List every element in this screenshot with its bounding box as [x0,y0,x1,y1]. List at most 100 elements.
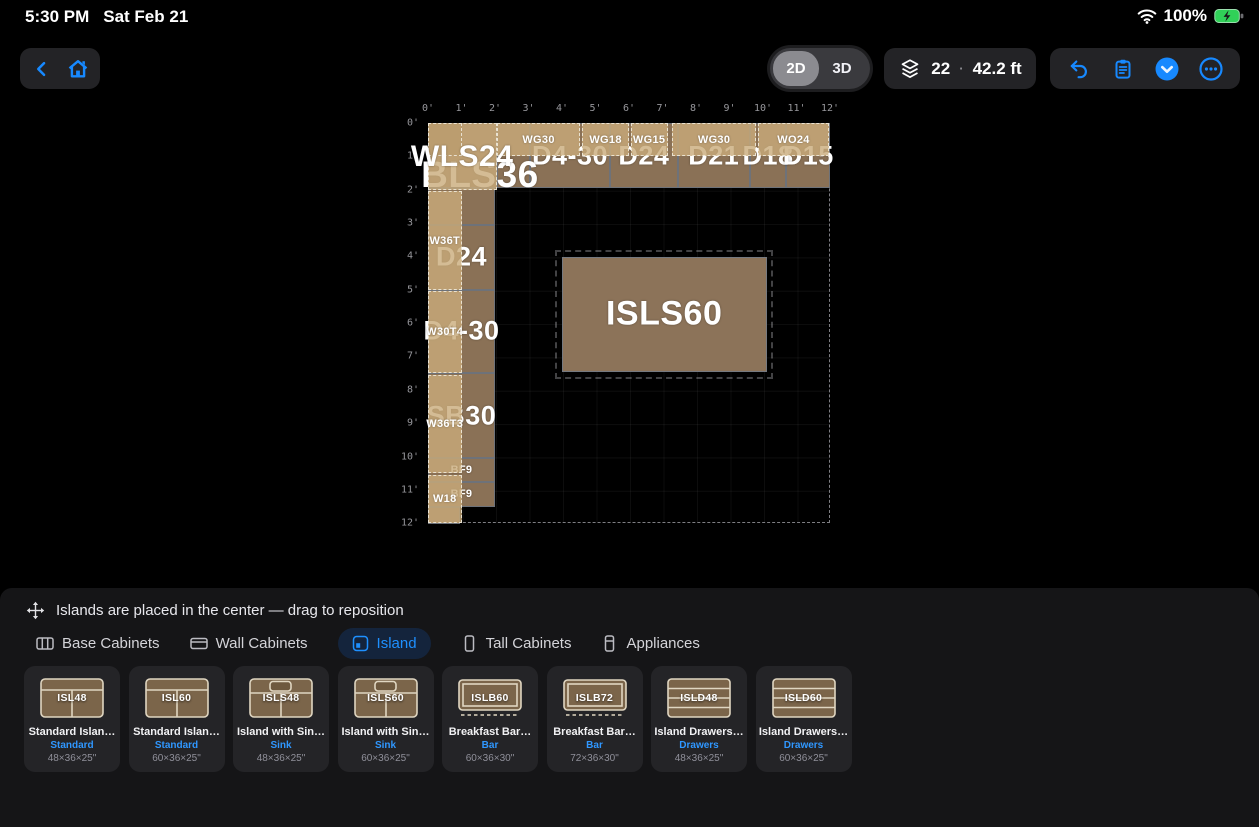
island-selection-outline[interactable] [555,250,773,379]
ruler-v-label: 5' [407,284,419,295]
appliances-icon [601,635,618,652]
catalog-card-isl60[interactable]: ISL60 Standard Islan… Standard 60×36×25" [129,666,225,772]
tab-wall-cabinets[interactable]: Wall Cabinets [190,635,308,652]
cabinet-dimensions: 60×36×25" [756,753,852,764]
item-count: 22 [931,59,950,79]
dot-separator: · [959,61,963,76]
ruler-v-label: 10' [401,451,419,462]
ruler-h-label: 0' [422,103,434,114]
clipboard-button[interactable] [1108,54,1138,84]
cabinet-code: ISLS60 [353,675,419,721]
tab-base-cabinets[interactable]: Base Cabinets [36,635,160,652]
battery-charging-icon [1214,8,1244,24]
view-3d-button[interactable]: 3D [819,51,865,86]
ruler-h-label: 10' [754,103,772,114]
floor-plan[interactable]: D4-30D24D21D18D15D24D4-30SB30BF9BF9BLS36… [428,123,830,523]
ruler-v-label: 11' [401,484,419,495]
cabinet-thumbnail: ISLD48 [666,675,732,721]
actions-pill [1050,48,1240,89]
ruler-h-label: 11' [787,103,805,114]
total-length: 42.2 ft [973,59,1022,79]
tall-cabinets-icon [461,635,478,652]
catalog-sheet: Islands are placed in the center — drag … [0,588,1259,827]
tab-tall-cabinets[interactable]: Tall Cabinets [461,635,572,652]
base-cabinets-icon [36,635,54,652]
catalog-card-isld48[interactable]: ISLD48Island Drawers…Drawers48×36×25" [651,666,747,772]
cabinet-thumbnail: ISL48 [39,675,105,721]
ruler-h-label: 1' [455,103,467,114]
cabinet-code: ISLD48 [666,675,732,721]
cabinet-name: Standard Islan… [24,726,120,738]
catalog-card-isls60[interactable]: ISLS60Island with Sin…Sink60×36×25" [338,666,434,772]
cabinet-dimensions: 60×36×25" [129,753,225,764]
ruler-h-label: 2' [489,103,501,114]
wall-cabinets-icon [190,635,208,652]
island-icon [352,635,369,652]
cabinet-name: Island Drawers… [756,726,852,738]
cabinet-name: Island Drawers… [651,726,747,738]
cabinet-name: Island with Sin… [338,726,434,738]
cabinet-name: Standard Islan… [129,726,225,738]
ruler-h-label: 3' [522,103,534,114]
cabinet-category: Standard [24,740,120,751]
cabinet-name: Island with Sin… [233,726,329,738]
confirm-dropdown-button[interactable] [1152,54,1182,84]
ruler-v-label: 0' [407,118,419,129]
ruler-v-label: 2' [407,184,419,195]
cabinet-dimensions: 48×36×25" [24,753,120,764]
cabinet-code: ISL60 [144,675,210,721]
catalog-card-isls48[interactable]: ISLS48Island with Sin…Sink48×36×25" [233,666,329,772]
ruler-v-label: 9' [407,418,419,429]
cabinet-code: ISLB72 [562,675,628,721]
catalog-card-isl48[interactable]: ISL48 Standard Islan… Standard 48×36×25" [24,666,120,772]
cabinet-category: Drawers [756,740,852,751]
ruler-h-label: 8' [690,103,702,114]
cabinet-dimensions: 72×36×30" [547,753,643,764]
ruler-v-label: 6' [407,318,419,329]
battery-percentage: 100% [1164,6,1207,26]
ruler-h-label: 7' [656,103,668,114]
cabinet-category: Standard [129,740,225,751]
clock: 5:30 PM [25,7,89,27]
ruler-h-label: 5' [589,103,601,114]
ruler-v-label: 12' [401,518,419,529]
category-tabs: Base Cabinets Wall Cabinets Island Tall Cab… [36,628,700,659]
layers-icon [898,57,922,81]
home-button[interactable] [63,54,93,84]
move-icon [26,601,45,620]
cabinet-code: ISLD60 [771,675,837,721]
cabinet-thumbnail: ISLD60 [771,675,837,721]
ruler-h-label: 12' [821,103,839,114]
cabinet-category: Sink [233,740,329,751]
cabinet-name: Breakfast Bar… [547,726,643,738]
ruler-v-label: 4' [407,251,419,262]
catalog-card-islb72[interactable]: ISLB72 Breakfast Bar… Bar 72×36×30" [547,666,643,772]
cabinet-dimensions: 60×36×25" [338,753,434,764]
cabinet-thumbnail: ISLS60 [353,675,419,721]
tab-appliances[interactable]: Appliances [601,635,699,652]
view-2d-button[interactable]: 2D [773,51,819,86]
placement-hint: Islands are placed in the center — drag … [56,602,404,619]
ruler-v-label: 3' [407,218,419,229]
catalog-card-islb60[interactable]: ISLB60Breakfast Bar…Bar60×36×30" [442,666,538,772]
ruler-v-label: 8' [407,384,419,395]
tab-island[interactable]: Island [338,628,431,659]
catalog-card-isld60[interactable]: ISLD60 Island Drawers… Drawers 60×36×25" [756,666,852,772]
cabinet-category: Bar [442,740,538,751]
navigation-pill [20,48,100,89]
wifi-icon [1137,8,1157,24]
cabinet-thumbnail: ISL60 [144,675,210,721]
catalog-cards: ISL48Standard Islan…Standard48×36×25"ISL… [24,666,852,772]
cabinet-thumbnail: ISLB60 [457,675,523,721]
cabinet-category: Bar [547,740,643,751]
cabinet-name: Breakfast Bar… [442,726,538,738]
date: Sat Feb 21 [103,7,188,27]
cabinet-code: ISL48 [39,675,105,721]
cabinet-code: ISLS48 [248,675,314,721]
summary-pill[interactable]: 22 · 42.2 ft [884,48,1036,89]
cabinet-thumbnail: ISLB72 [562,675,628,721]
ruler-v-label: 7' [407,351,419,362]
more-options-button[interactable] [1196,54,1226,84]
back-button[interactable] [27,54,57,84]
undo-button[interactable] [1064,54,1094,84]
